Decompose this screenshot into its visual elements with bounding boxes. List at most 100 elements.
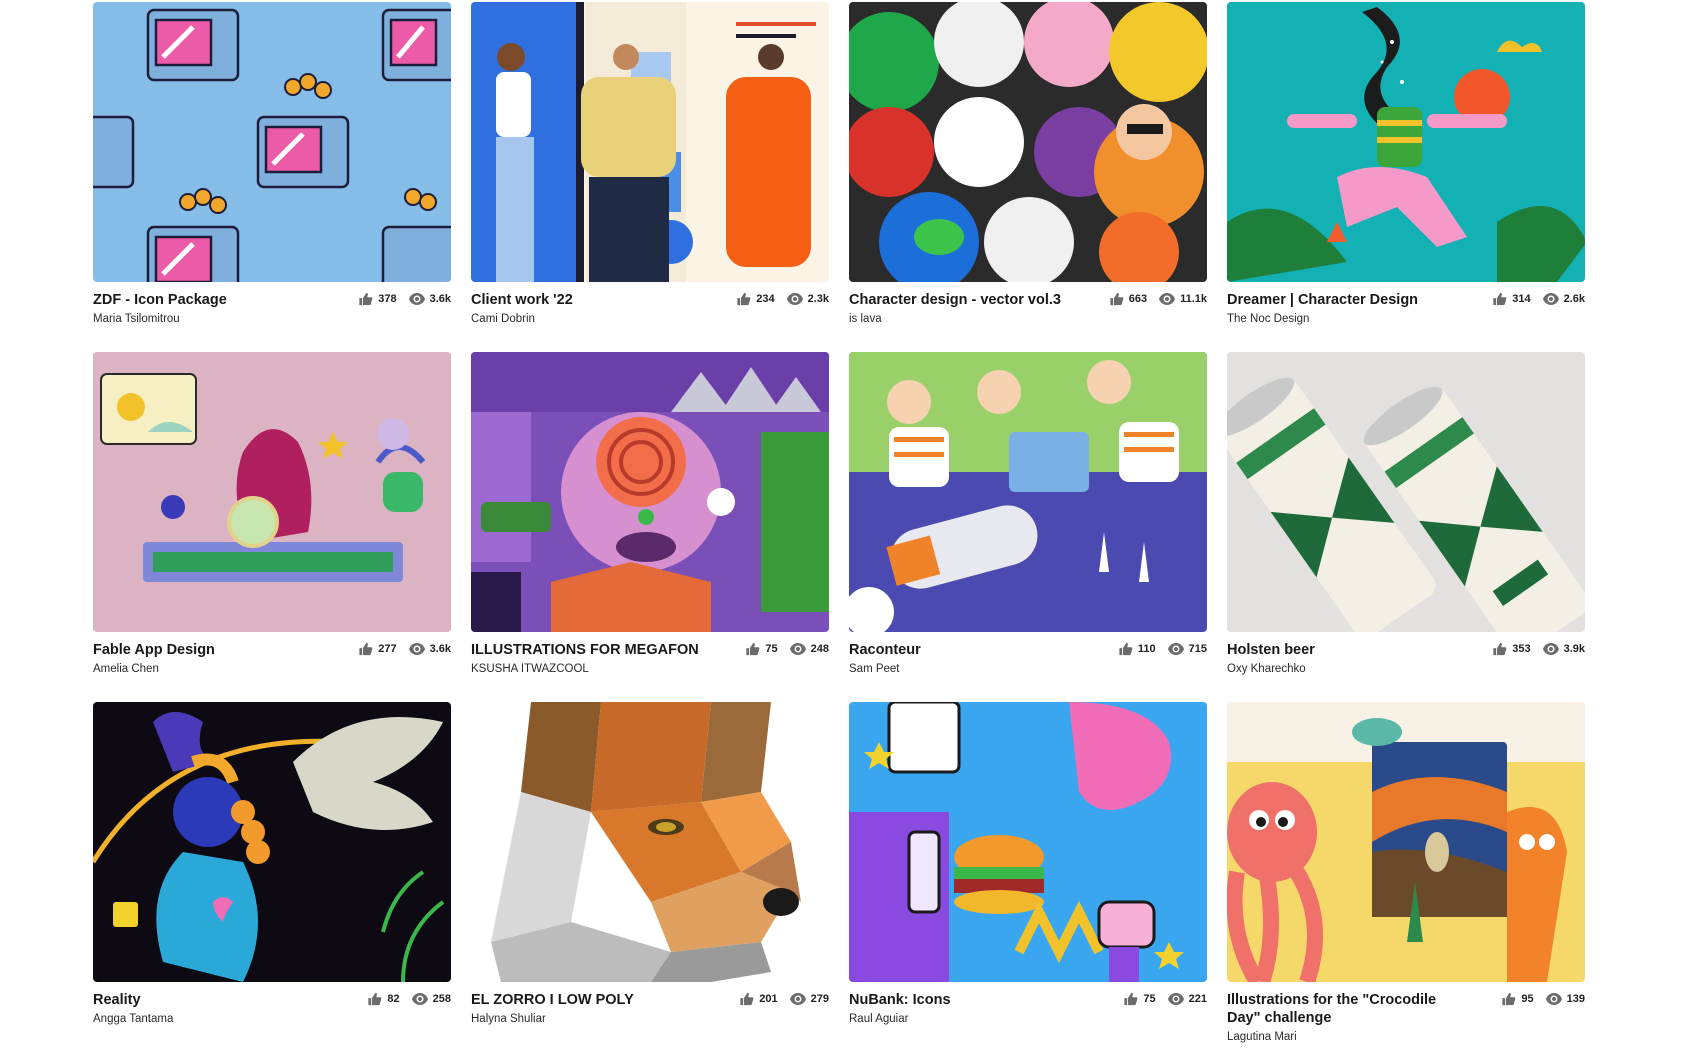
project-stats: 234 2.3k: [724, 292, 829, 306]
project-title-text[interactable]: Holsten beer: [1227, 642, 1315, 658]
project-title-text[interactable]: ILLUSTRATIONS FOR MEGAFON: [471, 642, 699, 658]
project-title-text[interactable]: Raconteur: [849, 642, 921, 658]
project-title-text[interactable]: Dreamer | Character Design: [1227, 292, 1418, 308]
project-title[interactable]: Dreamer | Character Design The Noc Desig…: [1227, 291, 1465, 328]
project-thumbnail[interactable]: [93, 702, 451, 982]
eye-icon: [1167, 993, 1184, 1005]
project-title[interactable]: NuBank: Icons Raul Aguiar: [849, 991, 1087, 1028]
project-title-text[interactable]: Fable App Design: [93, 642, 215, 658]
eye-icon: [786, 293, 803, 305]
project-card[interactable]: Character design - vector vol.3 is lava …: [849, 2, 1207, 352]
views-count: 3.6k: [429, 293, 451, 305]
likes-count: 277: [378, 643, 397, 655]
project-thumbnail[interactable]: [471, 702, 829, 982]
project-thumbnail[interactable]: [1227, 2, 1585, 282]
views-count: 221: [1188, 993, 1207, 1005]
thumbs-up-icon: [737, 292, 751, 306]
project-title[interactable]: Holsten beer Oxy Kharechko: [1227, 641, 1465, 678]
project-thumbnail[interactable]: [93, 352, 451, 632]
project-card[interactable]: Reality Angga Tantama 82 258: [93, 702, 451, 1052]
project-stats: 353 3.9k: [1480, 642, 1585, 656]
thumbs-up-icon: [368, 992, 382, 1006]
project-title[interactable]: Illustrations for the "Crocodile Day" ch…: [1227, 991, 1465, 1046]
project-card[interactable]: Client work '22 Cami Dobrin 234 2.3k: [471, 2, 829, 352]
views-stat: 3.6k: [408, 643, 451, 655]
project-card[interactable]: ZDF - Icon Package Maria Tsilomitrou 378…: [93, 2, 451, 352]
project-stats: 75 248: [733, 642, 829, 656]
project-owner[interactable]: Amelia Chen: [93, 660, 331, 678]
project-owner[interactable]: KSUSHA ITWAZCOOL: [471, 660, 709, 678]
project-title[interactable]: ILLUSTRATIONS FOR MEGAFON KSUSHA ITWAZCO…: [471, 641, 709, 678]
project-thumbnail[interactable]: [1227, 702, 1585, 982]
project-thumbnail[interactable]: [849, 2, 1207, 282]
views-stat: 11.1k: [1159, 293, 1207, 305]
eye-icon: [789, 993, 806, 1005]
likes-count: 110: [1137, 643, 1156, 655]
likes-count: 201: [759, 993, 778, 1005]
views-count: 139: [1566, 993, 1585, 1005]
project-title[interactable]: Reality Angga Tantama: [93, 991, 331, 1028]
project-stats: 95 139: [1489, 992, 1585, 1006]
project-card[interactable]: EL ZORRO I LOW POLY Halyna Shuliar 201 2…: [471, 702, 829, 1052]
project-owner[interactable]: Halyna Shuliar: [471, 1010, 709, 1028]
thumbs-up-icon: [1502, 992, 1516, 1006]
project-card[interactable]: Holsten beer Oxy Kharechko 353 3.9k: [1227, 352, 1585, 702]
thumbs-up-icon: [1493, 642, 1507, 656]
thumbs-up-icon: [1493, 292, 1507, 306]
eye-icon: [1545, 993, 1562, 1005]
likes-stat: 75: [745, 642, 778, 656]
views-stat: 2.3k: [786, 293, 829, 305]
views-count: 3.6k: [429, 643, 451, 655]
project-owner[interactable]: Raul Aguiar: [849, 1010, 1087, 1028]
project-grid: ZDF - Icon Package Maria Tsilomitrou 378…: [93, 2, 1593, 1052]
eye-icon: [411, 993, 428, 1005]
project-title[interactable]: ZDF - Icon Package Maria Tsilomitrou: [93, 291, 331, 328]
project-thumbnail[interactable]: [93, 2, 451, 282]
eye-icon: [408, 643, 425, 655]
project-thumbnail[interactable]: [1227, 352, 1585, 632]
project-title-text[interactable]: Reality: [93, 992, 141, 1008]
views-stat: 258: [411, 993, 451, 1005]
project-owner[interactable]: Sam Peet: [849, 660, 1087, 678]
likes-stat: 75: [1123, 992, 1156, 1006]
project-owner[interactable]: Maria Tsilomitrou: [93, 310, 331, 328]
project-owner[interactable]: The Noc Design: [1227, 310, 1465, 328]
project-title-text[interactable]: Character design - vector vol.3: [849, 292, 1061, 308]
thumbs-up-icon: [740, 992, 754, 1006]
project-title-text[interactable]: ZDF - Icon Package: [93, 292, 227, 308]
project-owner[interactable]: Angga Tantama: [93, 1010, 331, 1028]
project-title[interactable]: Raconteur Sam Peet: [849, 641, 1087, 678]
likes-count: 314: [1512, 293, 1531, 305]
project-title[interactable]: EL ZORRO I LOW POLY Halyna Shuliar: [471, 991, 709, 1028]
project-owner[interactable]: Oxy Kharechko: [1227, 660, 1465, 678]
views-count: 258: [432, 993, 451, 1005]
project-thumbnail[interactable]: [471, 2, 829, 282]
project-title-text[interactable]: Client work '22: [471, 292, 573, 308]
project-owner[interactable]: is lava: [849, 310, 1087, 328]
project-title[interactable]: Fable App Design Amelia Chen: [93, 641, 331, 678]
project-stats: 82 258: [355, 992, 451, 1006]
project-card[interactable]: Fable App Design Amelia Chen 277 3.6k: [93, 352, 451, 702]
project-card[interactable]: ILLUSTRATIONS FOR MEGAFON KSUSHA ITWAZCO…: [471, 352, 829, 702]
project-thumbnail[interactable]: [849, 702, 1207, 982]
project-card[interactable]: Dreamer | Character Design The Noc Desig…: [1227, 2, 1585, 352]
project-title[interactable]: Client work '22 Cami Dobrin: [471, 291, 709, 328]
project-card[interactable]: Illustrations for the "Crocodile Day" ch…: [1227, 702, 1585, 1052]
project-card[interactable]: Raconteur Sam Peet 110 715: [849, 352, 1207, 702]
project-owner[interactable]: Cami Dobrin: [471, 310, 709, 328]
project-title[interactable]: Character design - vector vol.3 is lava: [849, 291, 1087, 328]
project-stats: 663 11.1k: [1097, 292, 1207, 306]
project-title-text[interactable]: Illustrations for the "Crocodile Day" ch…: [1227, 992, 1436, 1026]
views-stat: 221: [1167, 993, 1207, 1005]
project-title-text[interactable]: NuBank: Icons: [849, 992, 951, 1008]
project-thumbnail[interactable]: [471, 352, 829, 632]
project-thumbnail[interactable]: [849, 352, 1207, 632]
views-count: 248: [810, 643, 829, 655]
project-stats: 110 715: [1106, 642, 1207, 656]
likes-stat: 201: [739, 992, 778, 1006]
project-card[interactable]: NuBank: Icons Raul Aguiar 75 221: [849, 702, 1207, 1052]
views-count: 2.3k: [807, 293, 829, 305]
likes-stat: 234: [736, 292, 775, 306]
project-title-text[interactable]: EL ZORRO I LOW POLY: [471, 992, 634, 1008]
thumbs-up-icon: [359, 292, 373, 306]
